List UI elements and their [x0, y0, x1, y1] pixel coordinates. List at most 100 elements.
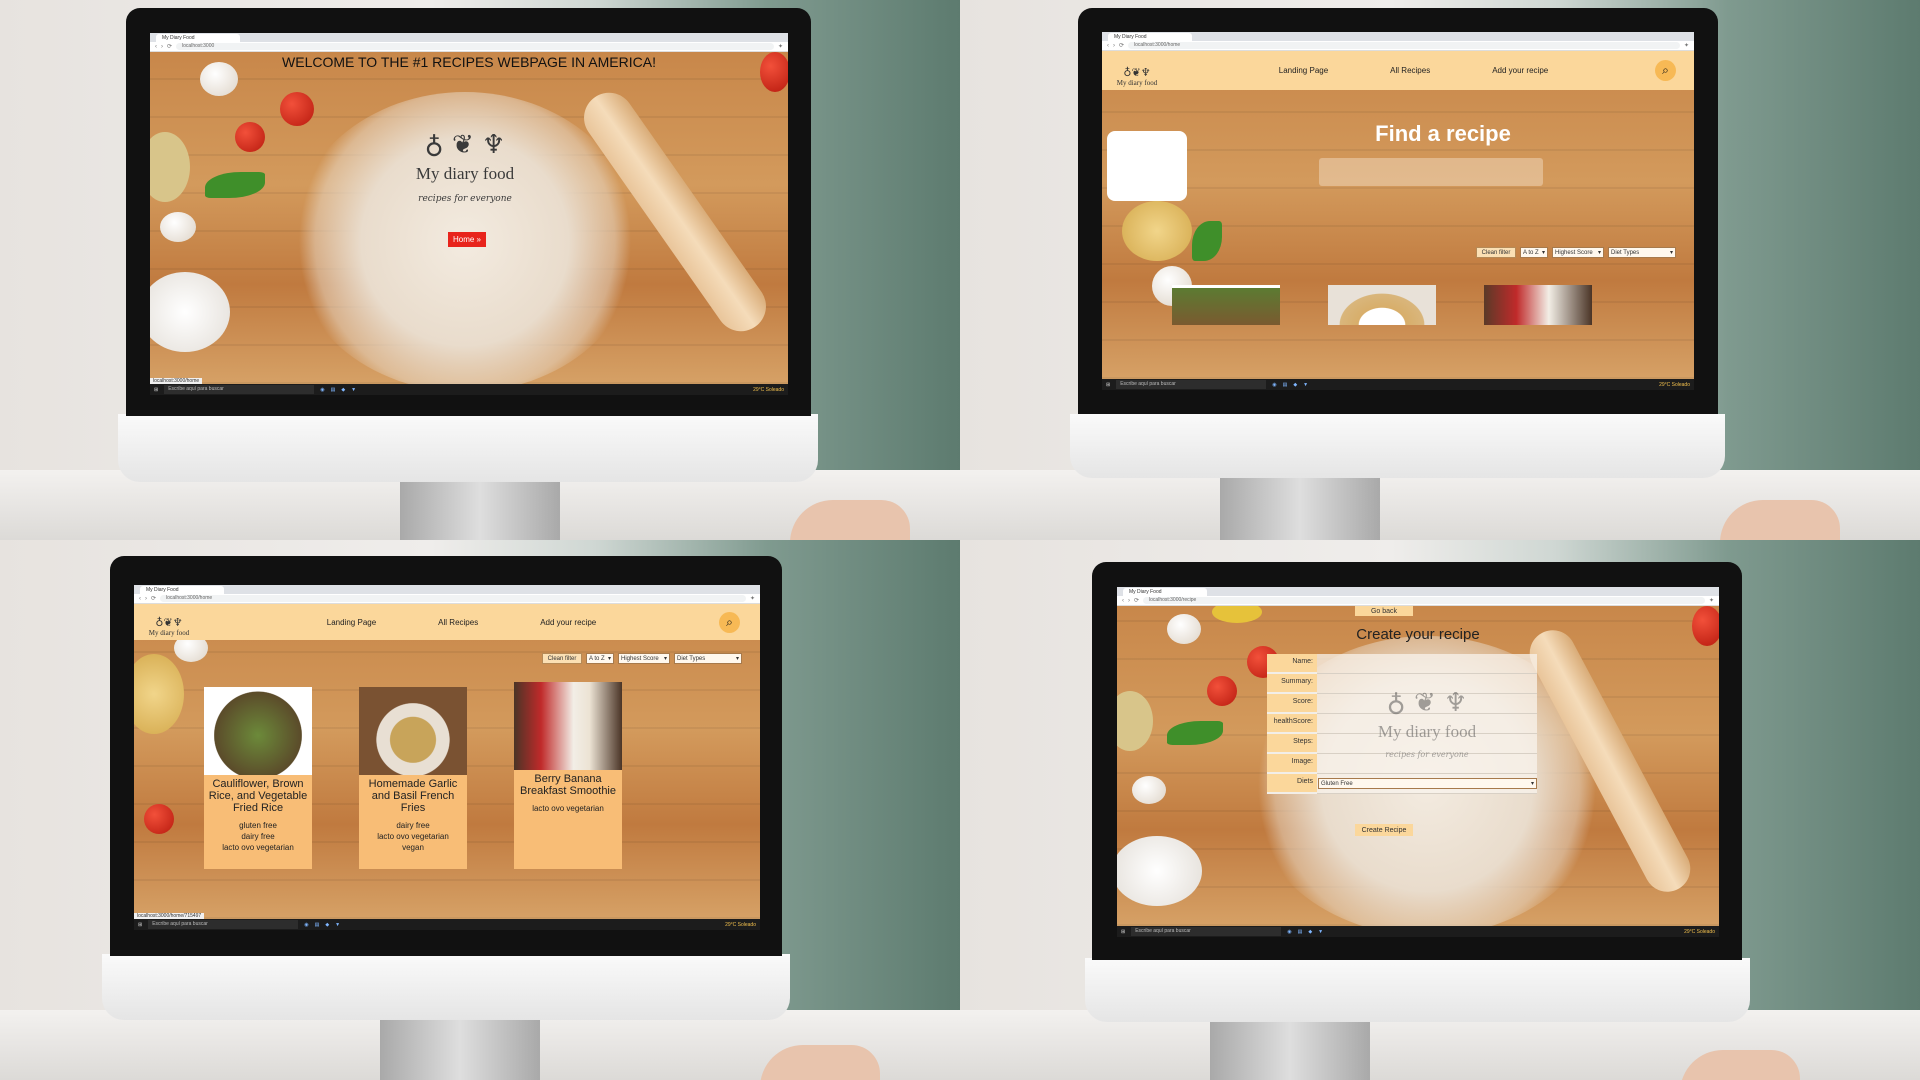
brave-icon[interactable]: ▼: [1318, 929, 1323, 935]
wood-background: [1102, 51, 1694, 379]
nav-brand[interactable]: ♁❦♆ My diary food: [1102, 54, 1172, 87]
mozzarella-plate: [1107, 131, 1187, 201]
forward-icon[interactable]: ›: [1128, 598, 1130, 604]
quadrant-landing: My Diary Food ‹ › ⟳ localhost:3000 ✦ WEL…: [0, 0, 960, 540]
vscode-icon[interactable]: ◆: [1308, 929, 1312, 935]
brave-icon[interactable]: ▼: [1303, 382, 1308, 388]
back-icon[interactable]: ‹: [139, 596, 141, 602]
vscode-icon[interactable]: ◆: [341, 387, 345, 393]
address-bar: ‹ › ⟳ localhost:3000 ✦: [150, 42, 788, 52]
forward-icon[interactable]: ›: [1113, 43, 1115, 49]
clean-filter-button[interactable]: Clean filter: [1476, 247, 1516, 258]
browser-tab[interactable]: My Diary Food: [156, 34, 240, 42]
folder-icon[interactable]: ▤: [315, 922, 320, 928]
form-row-name: Name:: [1267, 654, 1537, 674]
sort-score-select[interactable]: Highest Score ▾: [1552, 247, 1604, 258]
back-icon[interactable]: ‹: [155, 44, 157, 50]
recipe-image[interactable]: [514, 682, 622, 770]
recipe-image[interactable]: [204, 687, 312, 775]
chrome-icon[interactable]: ◉: [1272, 382, 1276, 388]
taskbar-search[interactable]: Escribe aquí para buscar: [1116, 380, 1267, 389]
taskbar-search[interactable]: Escribe aquí para buscar: [148, 920, 299, 929]
nav-link-add-recipe[interactable]: Add your recipe: [540, 618, 596, 627]
search-button[interactable]: ⌕: [719, 611, 740, 633]
recipe-thumbnail[interactable]: [1484, 285, 1592, 325]
logo-tagline: recipes for everyone: [418, 194, 512, 204]
search-button[interactable]: ⌕: [1655, 60, 1676, 81]
chrome-icon[interactable]: ◉: [1287, 929, 1291, 935]
recipe-search-input[interactable]: [1319, 158, 1543, 186]
sort-az-value: A to Z: [1523, 249, 1539, 256]
browser-tab[interactable]: My Diary Food: [1123, 588, 1207, 596]
chevron-down-icon: ▾: [1530, 781, 1534, 787]
recipe-thumbnail[interactable]: [1172, 285, 1280, 325]
reload-icon[interactable]: ⟳: [151, 595, 156, 602]
chrome-icon[interactable]: ◉: [304, 922, 308, 928]
name-input[interactable]: [1317, 654, 1537, 674]
reload-icon[interactable]: ⟳: [167, 43, 172, 50]
brave-icon[interactable]: ▼: [351, 387, 356, 393]
extension-icon[interactable]: ✦: [750, 595, 755, 602]
windows-icon[interactable]: ⊞: [138, 922, 142, 928]
brave-icon[interactable]: ▼: [335, 922, 340, 928]
extension-icon[interactable]: ✦: [1709, 597, 1714, 604]
home-button[interactable]: Home »: [448, 232, 486, 247]
nav-brand[interactable]: ♁❦♆ My diary food: [134, 608, 204, 637]
nav-link-all-recipes[interactable]: All Recipes: [438, 618, 478, 627]
extension-icon[interactable]: ✦: [1684, 42, 1689, 49]
windows-icon[interactable]: ⊞: [154, 387, 158, 393]
diets-select[interactable]: Gluten Free ▾: [1318, 778, 1537, 789]
recipe-title[interactable]: Homemade Garlic and Basil French Fries: [359, 775, 467, 814]
browser-tabbar: My Diary Food: [150, 33, 788, 42]
logo-name: My diary food: [415, 164, 515, 183]
nav-link-landing[interactable]: Landing Page: [1279, 66, 1328, 75]
nav-link-add-recipe[interactable]: Add your recipe: [1492, 66, 1548, 75]
hero-title: Find a recipe: [1375, 121, 1511, 146]
diet-types-select[interactable]: Diet Types ▾: [674, 653, 742, 664]
create-recipe-button[interactable]: Create Recipe: [1355, 824, 1413, 836]
recipe-card[interactable]: Berry Banana Breakfast Smoothie lacto ov…: [514, 682, 622, 869]
weather-status: 29°C Soleado: [753, 386, 784, 393]
browser-tab[interactable]: My Diary Food: [140, 586, 224, 594]
forward-icon[interactable]: ›: [161, 44, 163, 50]
nav-link-all-recipes[interactable]: All Recipes: [1390, 66, 1430, 75]
recipe-image[interactable]: [359, 687, 467, 775]
sort-score-select[interactable]: Highest Score ▾: [618, 653, 670, 664]
url-field[interactable]: localhost:3000/home: [160, 595, 746, 602]
back-icon[interactable]: ‹: [1107, 43, 1109, 49]
back-icon[interactable]: ‹: [1122, 598, 1124, 604]
folder-icon[interactable]: ▤: [1283, 382, 1288, 388]
browser-tabbar: My Diary Food: [1102, 32, 1694, 41]
weather-status: 29°C Soleado: [725, 921, 756, 928]
reload-icon[interactable]: ⟳: [1134, 597, 1139, 604]
diet-types-select[interactable]: Diet Types ▾: [1608, 247, 1676, 258]
windows-icon[interactable]: ⊞: [1121, 929, 1125, 935]
recipe-title[interactable]: Berry Banana Breakfast Smoothie: [514, 770, 622, 797]
folder-icon[interactable]: ▤: [1298, 929, 1303, 935]
forward-icon[interactable]: ›: [145, 596, 147, 602]
taskbar-search[interactable]: Escribe aquí para buscar: [1131, 927, 1282, 936]
recipe-card[interactable]: Homemade Garlic and Basil French Fries d…: [359, 687, 467, 869]
extension-icon[interactable]: ✦: [778, 43, 783, 50]
reload-icon[interactable]: ⟳: [1119, 42, 1124, 49]
nav-link-landing[interactable]: Landing Page: [327, 618, 376, 627]
windows-icon[interactable]: ⊞: [1106, 382, 1110, 388]
recipe-title[interactable]: Cauliflower, Brown Rice, and Vegetable F…: [204, 775, 312, 814]
sort-az-select[interactable]: A to Z ▾: [1520, 247, 1548, 258]
sort-az-select[interactable]: A to Z ▾: [586, 653, 614, 664]
folder-icon[interactable]: ▤: [331, 387, 336, 393]
recipe-thumbnail[interactable]: [1328, 285, 1436, 325]
taskbar-search[interactable]: Escribe aquí para buscar: [164, 385, 315, 394]
url-field[interactable]: localhost:3000/home: [1128, 42, 1680, 49]
create-title: Create your recipe: [1356, 626, 1480, 643]
browser-tab[interactable]: My Diary Food: [1108, 33, 1192, 41]
vscode-icon[interactable]: ◆: [1293, 382, 1297, 388]
chrome-icon[interactable]: ◉: [320, 387, 324, 393]
url-field[interactable]: localhost:3000/recipe: [1143, 597, 1705, 604]
go-back-button[interactable]: Go back: [1355, 606, 1413, 616]
clean-filter-button[interactable]: Clean filter: [542, 653, 582, 664]
vscode-icon[interactable]: ◆: [325, 922, 329, 928]
recipe-card[interactable]: Cauliflower, Brown Rice, and Vegetable F…: [204, 687, 312, 869]
nav-links: Landing Page All Recipes Add your recipe: [204, 618, 719, 627]
url-field[interactable]: localhost:3000: [176, 43, 774, 50]
